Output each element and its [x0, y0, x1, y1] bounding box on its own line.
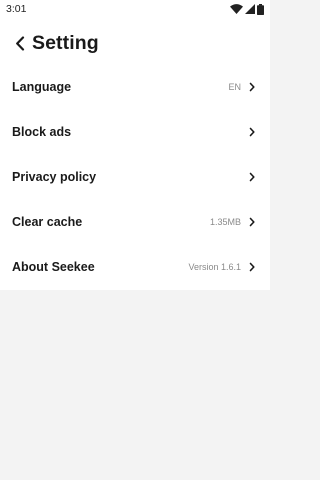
- setting-value: EN: [228, 81, 241, 92]
- setting-row-privacy-policy[interactable]: Privacy policy: [0, 154, 270, 199]
- battery-icon: [257, 3, 264, 15]
- page-title: Setting: [32, 31, 99, 54]
- cellular-signal-icon: [245, 4, 255, 14]
- chevron-right-icon: [249, 172, 255, 181]
- setting-row-clear-cache[interactable]: Clear cache 1.35MB: [0, 199, 270, 244]
- setting-label: About Seekee: [12, 259, 95, 274]
- status-time: 3:01: [6, 3, 27, 15]
- chevron-right-icon: [249, 262, 255, 271]
- setting-row-about[interactable]: About Seekee Version 1.6.1: [0, 244, 270, 289]
- setting-value: 1.35MB: [209, 216, 241, 227]
- setting-value: Version 1.6.1: [188, 261, 241, 272]
- chevron-right-icon: [249, 127, 255, 136]
- status-bar: 3:01: [0, 0, 270, 18]
- chevron-left-icon: [16, 35, 25, 51]
- setting-label: Block ads: [12, 124, 72, 139]
- setting-row-language[interactable]: Language EN: [0, 64, 270, 109]
- chevron-right-icon: [249, 82, 255, 91]
- settings-list: Language EN Block ads Privacy policy Cle…: [0, 64, 270, 289]
- chevron-right-icon: [249, 217, 255, 226]
- page-header: Setting: [0, 28, 270, 58]
- status-icons: [230, 3, 264, 15]
- setting-label: Language: [12, 79, 72, 94]
- wifi-icon: [230, 4, 243, 14]
- back-button[interactable]: [9, 32, 31, 54]
- settings-panel: Setting Language EN Block ads Privacy po…: [0, 18, 270, 290]
- setting-label: Privacy policy: [12, 169, 97, 184]
- setting-label: Clear cache: [12, 214, 83, 229]
- setting-row-block-ads[interactable]: Block ads: [0, 109, 270, 154]
